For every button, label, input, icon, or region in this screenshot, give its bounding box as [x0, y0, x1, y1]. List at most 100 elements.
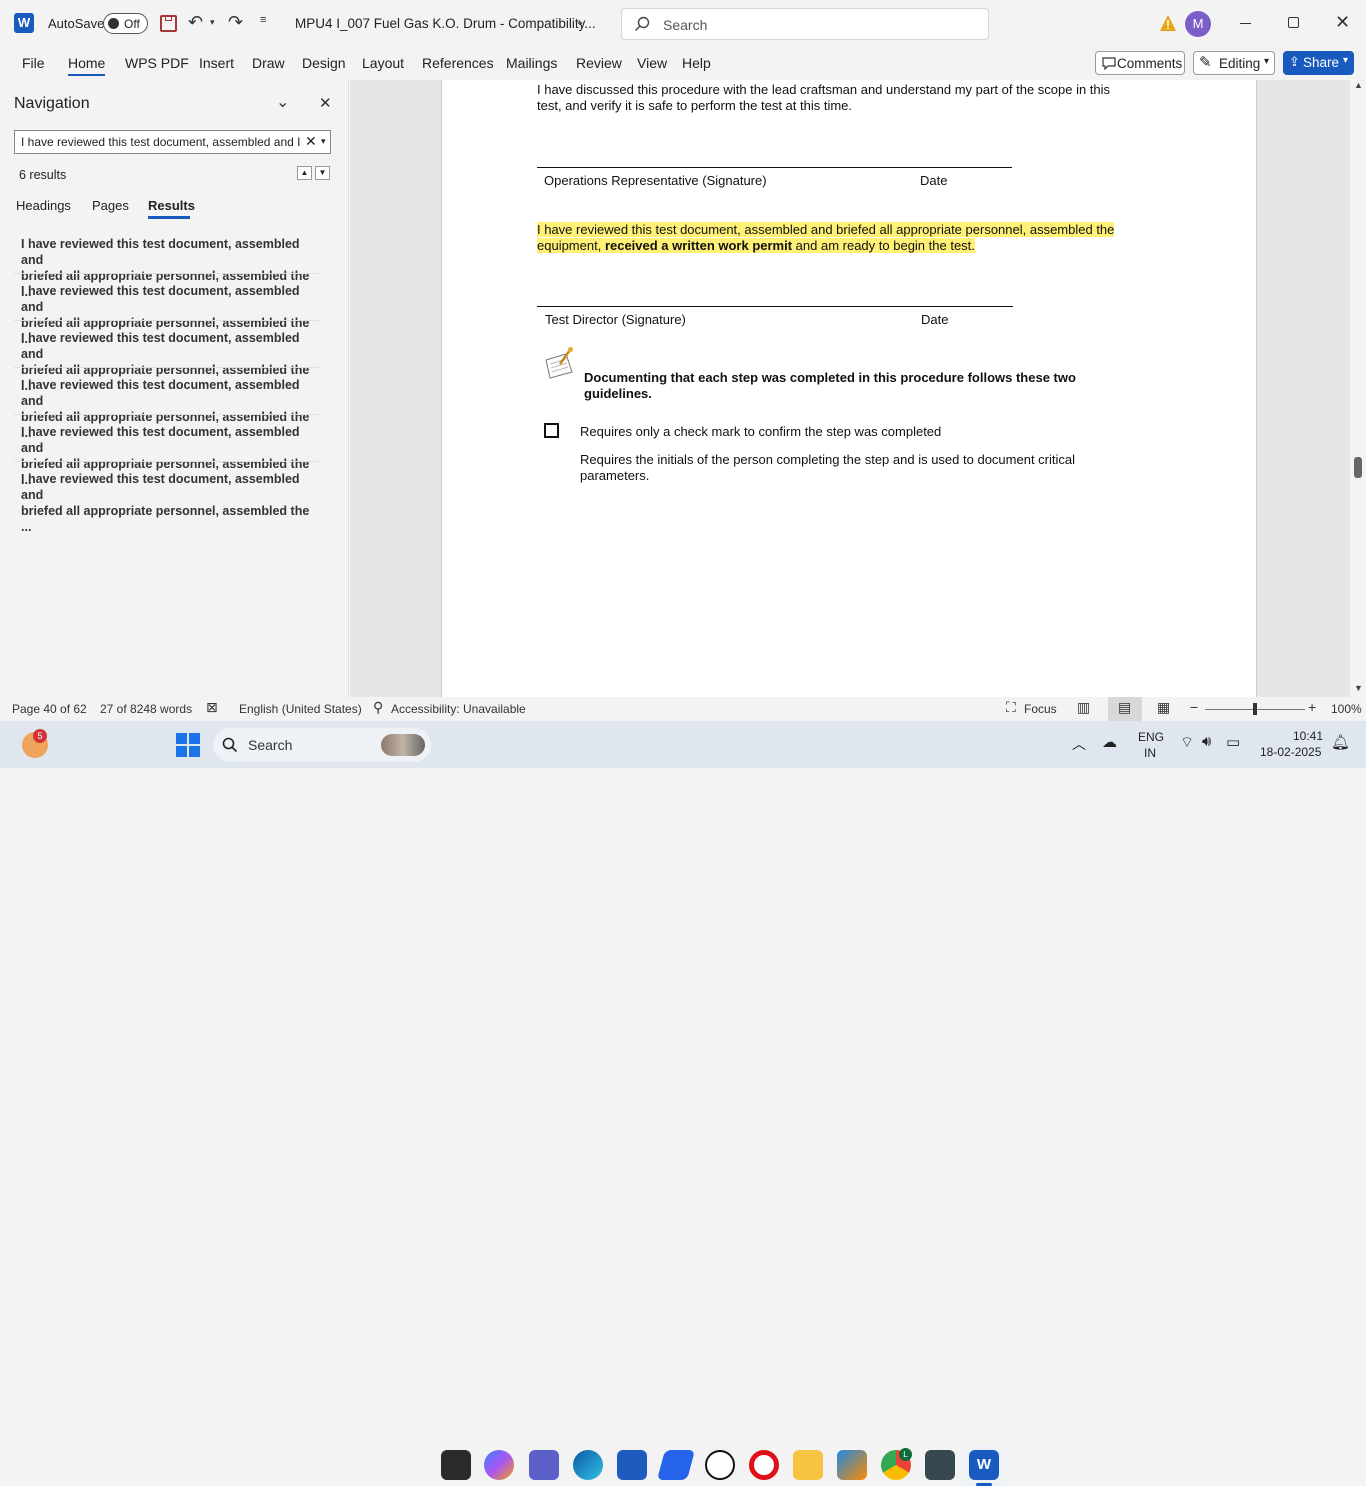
- tab-file[interactable]: File: [22, 55, 45, 71]
- clock-date[interactable]: 18-02-2025: [1260, 745, 1321, 759]
- result-divider: [14, 461, 319, 462]
- zoom-level[interactable]: 100%: [1331, 702, 1362, 716]
- edge-icon[interactable]: [573, 1450, 603, 1480]
- word-count[interactable]: 27 of 8248 words: [100, 702, 192, 716]
- share-chevron-down-icon: ▾: [1343, 55, 1349, 66]
- title-chevron-down-icon[interactable]: ⌄: [575, 14, 585, 28]
- undo-dropdown-icon[interactable]: ▾: [210, 17, 215, 28]
- tab-headings[interactable]: Headings: [16, 198, 71, 213]
- accessibility-icon: ⚲: [373, 699, 384, 715]
- close-window-icon[interactable]: ✕: [1335, 12, 1350, 33]
- share-button[interactable]: ⇪ Share ▾: [1283, 51, 1354, 75]
- tab-home[interactable]: Home: [68, 55, 106, 76]
- language-label[interactable]: English (United States): [239, 702, 362, 716]
- editing-mode-button[interactable]: ✎ Editing ▾: [1193, 51, 1275, 75]
- test-director-date-label: Date: [921, 312, 949, 327]
- dell-icon[interactable]: [705, 1450, 735, 1480]
- tab-layout[interactable]: Layout: [362, 55, 404, 71]
- file-explorer-icon[interactable]: [793, 1450, 823, 1480]
- tab-mailings[interactable]: Mailings: [506, 55, 557, 71]
- save-icon[interactable]: [160, 15, 177, 32]
- search-result-item[interactable]: I have reviewed this test document, asse…: [21, 471, 321, 535]
- redo-icon[interactable]: ↷: [228, 12, 243, 33]
- teams-icon[interactable]: [529, 1450, 559, 1480]
- print-layout-button[interactable]: ▤: [1108, 697, 1142, 721]
- tab-view[interactable]: View: [637, 55, 667, 71]
- taskbar-search-box[interactable]: Search: [213, 728, 431, 762]
- zoom-slider-thumb[interactable]: [1253, 703, 1257, 715]
- web-layout-icon[interactable]: ▦: [1157, 699, 1170, 716]
- opera-icon[interactable]: [749, 1450, 779, 1480]
- chrome-profile-badge: L: [899, 1448, 912, 1461]
- battery-icon[interactable]: ▭: [1226, 733, 1240, 751]
- task-view-icon[interactable]: [441, 1450, 471, 1480]
- search-box[interactable]: Search: [621, 8, 989, 40]
- search-options-chevron-down-icon[interactable]: ▾: [321, 136, 326, 147]
- tab-draw[interactable]: Draw: [252, 55, 285, 71]
- undo-icon[interactable]: ↶: [188, 12, 203, 33]
- remote-desktop-icon[interactable]: [925, 1450, 955, 1480]
- read-mode-icon[interactable]: ▥: [1077, 699, 1090, 716]
- navigation-search-field[interactable]: I have reviewed this test document, asse…: [14, 130, 331, 154]
- zoom-in-icon[interactable]: +: [1308, 699, 1316, 715]
- word-taskbar-icon[interactable]: W: [969, 1450, 999, 1480]
- scroll-down-icon[interactable]: ▼: [1354, 683, 1363, 693]
- tab-wps-pdf[interactable]: WPS PDF: [125, 55, 189, 71]
- accessibility-status[interactable]: Accessibility: Unavailable: [391, 702, 526, 716]
- wifi-icon[interactable]: ⌔: [1180, 733, 1194, 752]
- taskbar-search-label: Search: [248, 737, 293, 753]
- copilot-icon[interactable]: [484, 1450, 514, 1480]
- highlighted-bold-text: received a written work permit: [604, 237, 793, 253]
- focus-label[interactable]: Focus: [1024, 702, 1057, 716]
- avatar[interactable]: M: [1185, 11, 1211, 37]
- tab-design[interactable]: Design: [302, 55, 346, 71]
- tab-insert[interactable]: Insert: [199, 55, 234, 71]
- volume-icon[interactable]: 🔊︎: [1202, 733, 1211, 750]
- next-result-button[interactable]: ▼: [315, 166, 330, 180]
- language-indicator-line2[interactable]: IN: [1144, 746, 1156, 760]
- show-hidden-icons-icon[interactable]: ︿: [1072, 734, 1086, 754]
- ribbon-tabs: File Home WPS PDF Insert Draw Design Lay…: [0, 48, 1366, 80]
- share-icon: ⇪: [1289, 54, 1300, 69]
- focus-icon[interactable]: ⛶: [1006, 699, 1016, 716]
- search-highlight-icon: [381, 734, 425, 756]
- warning-icon[interactable]: [1159, 14, 1177, 32]
- maximize-icon[interactable]: [1288, 17, 1299, 28]
- document-page[interactable]: I have discussed this procedure with the…: [441, 80, 1257, 697]
- pane-options-chevron-down-icon[interactable]: ⌄: [276, 92, 289, 112]
- tab-references[interactable]: References: [422, 55, 494, 71]
- previous-result-button[interactable]: ▲: [297, 166, 312, 180]
- tab-pages[interactable]: Pages: [92, 198, 129, 213]
- proofing-icon[interactable]: ⊠: [206, 699, 218, 716]
- app-icon[interactable]: [837, 1450, 867, 1480]
- guideline-initials: Requires the initials of the person comp…: [580, 452, 1075, 483]
- comments-button[interactable]: Comments: [1095, 51, 1185, 75]
- pencil-icon: ✎: [1199, 54, 1212, 71]
- minimize-icon[interactable]: [1240, 23, 1251, 24]
- store-icon[interactable]: [617, 1450, 647, 1480]
- scroll-up-icon[interactable]: ▲: [1354, 80, 1363, 90]
- power-automate-icon[interactable]: [656, 1450, 696, 1480]
- highlighted-paragraph: I have reviewed this test document, asse…: [537, 222, 1177, 253]
- tab-review[interactable]: Review: [576, 55, 622, 71]
- operations-signature-label: Operations Representative (Signature): [544, 173, 767, 188]
- clock-time[interactable]: 10:41: [1293, 729, 1323, 743]
- zoom-out-icon[interactable]: −: [1190, 699, 1198, 715]
- close-pane-icon[interactable]: ✕: [319, 94, 332, 112]
- test-director-signature-label: Test Director (Signature): [545, 312, 686, 327]
- page-count[interactable]: Page 40 of 62: [12, 702, 87, 716]
- tab-help[interactable]: Help: [682, 55, 711, 71]
- clear-search-icon[interactable]: ✕: [305, 133, 317, 150]
- scrollbar-thumb[interactable]: [1354, 457, 1362, 478]
- language-indicator-line1[interactable]: ENG: [1138, 730, 1164, 744]
- tab-results[interactable]: Results: [148, 198, 195, 213]
- windows-start-icon[interactable]: [176, 733, 200, 757]
- document-title[interactable]: MPU4 I_007 Fuel Gas K.O. Drum - Compatib…: [295, 16, 596, 31]
- customize-toolbar-icon[interactable]: ≡: [260, 14, 266, 26]
- notifications-icon[interactable]: 🔔︎: [1331, 733, 1350, 751]
- result-divider: [14, 273, 319, 274]
- autosave-toggle[interactable]: Off: [103, 13, 148, 34]
- onedrive-icon[interactable]: ☁: [1102, 733, 1117, 751]
- discussion-paragraph: I have discussed this procedure with the…: [537, 82, 1111, 113]
- vertical-scrollbar[interactable]: ▲ ▼: [1350, 80, 1366, 697]
